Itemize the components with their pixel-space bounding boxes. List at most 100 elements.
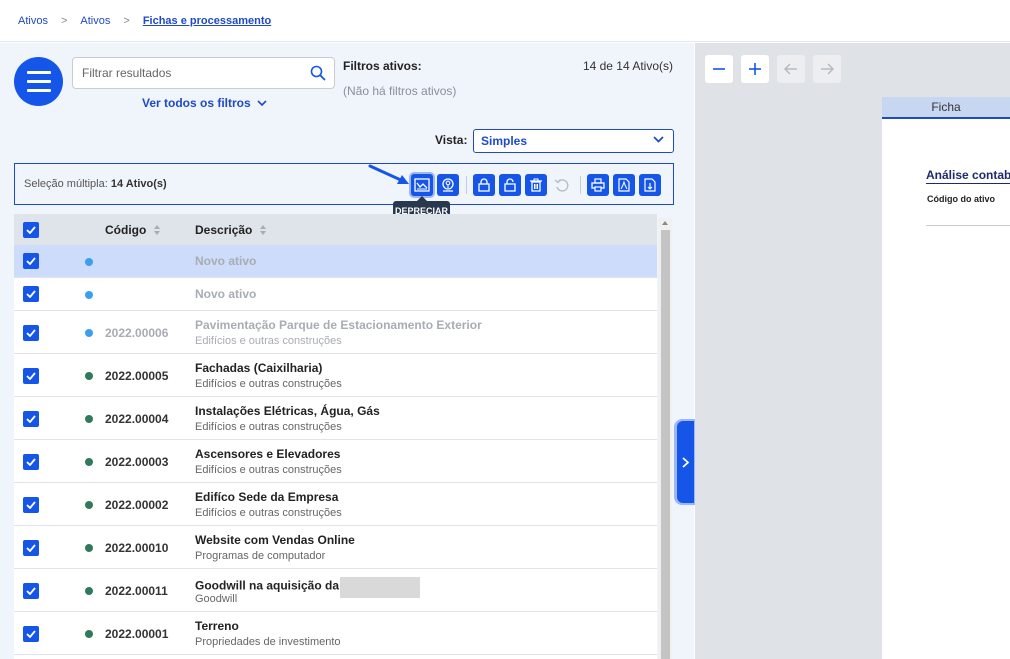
- print-icon: [591, 178, 605, 192]
- asset-description: Website com Vendas Online: [195, 533, 355, 547]
- undo-icon: [554, 179, 569, 192]
- export-file-icon: [644, 178, 656, 192]
- pdf-button[interactable]: [613, 174, 635, 196]
- menu-button[interactable]: [14, 57, 63, 106]
- table-row[interactable]: 2022.00011 Goodwill na aquisição da Goodwi…: [14, 569, 657, 612]
- table-header: Código Descrição: [14, 214, 657, 245]
- asset-description: Novo ativo: [195, 287, 257, 301]
- asset-description: Edifíco Sede da Empresa: [195, 490, 339, 504]
- check-icon: [26, 501, 36, 509]
- status-dot: [85, 329, 93, 337]
- asset-code: 2022.00003: [105, 455, 169, 469]
- asset-tag-icon: [442, 178, 454, 192]
- row-checkbox[interactable]: [23, 253, 39, 269]
- check-icon: [26, 630, 36, 638]
- row-checkbox[interactable]: [23, 497, 39, 513]
- breadcrumb-current[interactable]: Fichas e processamento: [143, 15, 271, 27]
- row-checkbox[interactable]: [23, 325, 39, 341]
- status-dot: [85, 291, 93, 299]
- row-checkbox[interactable]: [23, 411, 39, 427]
- unlock-button[interactable]: [499, 174, 521, 196]
- asset-code: 2022.00006: [105, 326, 169, 340]
- collapse-panel-button[interactable]: [677, 421, 694, 503]
- status-dot: [85, 501, 93, 509]
- breadcrumb-ativos[interactable]: Ativos: [18, 15, 48, 27]
- asset-code: 2022.00002: [105, 498, 169, 512]
- asset-code: 2022.00011: [105, 584, 168, 598]
- previous-button[interactable]: [777, 55, 805, 83]
- table-row[interactable]: 2022.00006 Pavimentação Parque de Estacio…: [14, 311, 657, 354]
- document-title: Análise contabilística: [926, 168, 1010, 182]
- delete-button[interactable]: [525, 174, 547, 196]
- table-row[interactable]: 2022.00003 Ascensores e Elevadores Edifíci…: [14, 440, 657, 483]
- status-dot: [85, 415, 93, 423]
- asset-description: Novo ativo: [195, 254, 257, 268]
- arrow-left-icon: [784, 63, 797, 75]
- trash-icon: [530, 178, 542, 192]
- asset-category: Edifícios e outras construções: [195, 378, 342, 390]
- print-button[interactable]: [587, 174, 609, 196]
- asset-category: Edifícios e outras construções: [195, 464, 342, 476]
- zoom-out-button[interactable]: [705, 55, 733, 83]
- table-row[interactable]: 2022.00001 Terreno Propriedades de investi…: [14, 612, 657, 655]
- asset-code: 2022.00004: [105, 412, 169, 426]
- asset-description: Instalações Elétricas, Água, Gás: [195, 404, 380, 418]
- table-body: Novo ativo Novo ativo 2022.00006 Pavimentaç…: [14, 245, 657, 655]
- all-filters-link[interactable]: Ver todos os filtros: [142, 96, 267, 110]
- zoom-in-button[interactable]: [741, 55, 769, 83]
- results-count: 14 de 14 Ativo(s): [582, 59, 673, 73]
- asset-category: Edifícios e outras construções: [195, 335, 342, 347]
- chevron-right-icon: >: [123, 14, 130, 27]
- export-button[interactable]: [639, 174, 661, 196]
- table-row[interactable]: 2022.00002 Edifíco Sede da Empresa Edifíci…: [14, 483, 657, 526]
- table-row[interactable]: Novo ativo: [14, 245, 657, 278]
- sort-icon: [260, 225, 267, 235]
- pointer-arrow-icon: [368, 164, 409, 184]
- check-icon: [26, 372, 36, 380]
- asset-code: 2022.00005: [105, 369, 169, 383]
- breadcrumb-ativos-2[interactable]: Ativos: [80, 15, 110, 27]
- row-checkbox[interactable]: [23, 454, 39, 470]
- row-checkbox[interactable]: [23, 583, 39, 599]
- search-input[interactable]: [73, 58, 298, 88]
- table-scrollbar[interactable]: [658, 218, 672, 659]
- row-checkbox[interactable]: [23, 626, 39, 642]
- asset-code: 2022.00010: [105, 541, 169, 555]
- depreciate-button[interactable]: [411, 174, 433, 196]
- table-row[interactable]: Novo ativo: [14, 278, 657, 311]
- scroll-up-icon[interactable]: [661, 220, 669, 226]
- column-description[interactable]: Descrição: [195, 223, 267, 237]
- select-all-checkbox[interactable]: [23, 222, 39, 238]
- asset-description: Fachadas (Caixilharia): [195, 361, 323, 375]
- status-dot: [85, 630, 93, 638]
- asset-description: Ascensores e Elevadores: [195, 447, 341, 461]
- table-row[interactable]: 2022.00004 Instalações Elétricas, Água, G…: [14, 397, 657, 440]
- status-dot: [85, 587, 93, 595]
- asset-description: Terreno: [195, 619, 239, 633]
- lock-icon: [478, 178, 490, 192]
- status-dot: [85, 458, 93, 466]
- asset-category: Propriedades de investimento: [195, 636, 341, 648]
- sort-icon: [154, 225, 161, 235]
- view-select[interactable]: Simples: [473, 129, 674, 153]
- row-checkbox[interactable]: [23, 368, 39, 384]
- check-icon: [26, 544, 36, 552]
- multi-selection-label: Seleção múltipla: 14 Ativo(s): [24, 178, 167, 190]
- undo-button[interactable]: [551, 174, 573, 196]
- asset-tag-button[interactable]: [437, 174, 459, 196]
- table-row[interactable]: 2022.00005 Fachadas (Caixilharia) Edifício…: [14, 354, 657, 397]
- status-dot: [85, 258, 93, 266]
- asset-description: Pavimentação Parque de Estacionamento Ex…: [195, 318, 482, 332]
- chevron-right-icon: >: [60, 14, 68, 27]
- row-checkbox[interactable]: [23, 540, 39, 556]
- row-checkbox[interactable]: [23, 286, 39, 302]
- lock-button[interactable]: [473, 174, 495, 196]
- tab-ficha[interactable]: Ficha: [882, 97, 1010, 119]
- column-code[interactable]: Código: [105, 223, 161, 237]
- scrollbar-thumb[interactable]: [661, 230, 670, 659]
- next-button[interactable]: [813, 55, 841, 83]
- check-icon: [26, 257, 36, 265]
- search-icon[interactable]: [310, 65, 326, 81]
- table-row[interactable]: 2022.00010 Website com Vendas Online Progr…: [14, 526, 657, 569]
- active-filters-title: Filtros ativos:: [343, 59, 422, 73]
